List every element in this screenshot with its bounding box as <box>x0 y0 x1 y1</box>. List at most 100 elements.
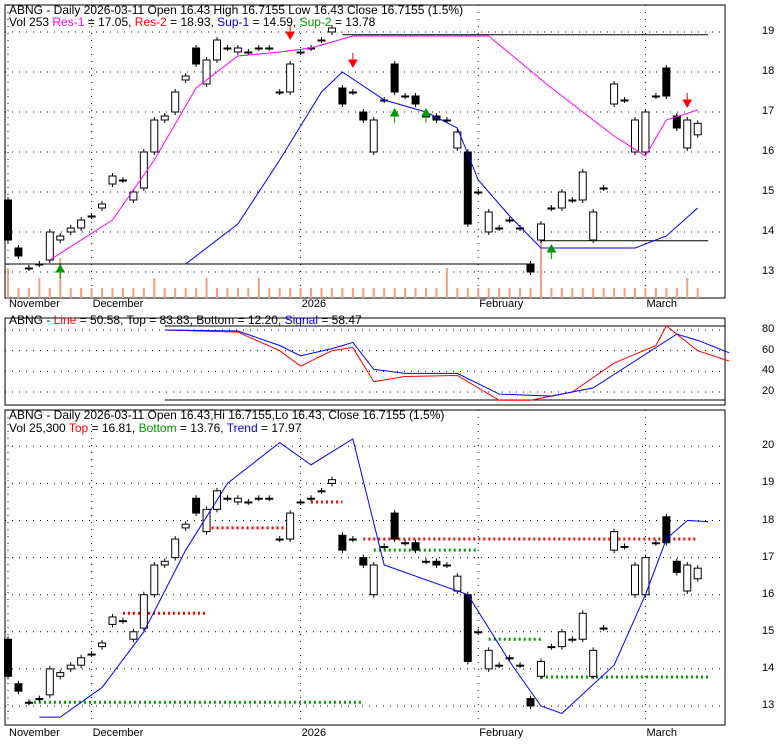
candle-body <box>24 267 33 270</box>
volume-bar <box>560 288 563 298</box>
candle-body <box>578 171 587 201</box>
candle-body <box>359 557 368 566</box>
x-tick-label: 2026 <box>301 298 327 310</box>
y-tick-label: 18 <box>762 513 775 526</box>
candle-body <box>192 47 201 65</box>
sell-arrow-icon <box>682 93 693 109</box>
candle-body <box>4 199 12 241</box>
volume-bar <box>404 288 407 298</box>
volume-bar <box>27 288 30 298</box>
buy-arrow-icon <box>389 107 400 123</box>
candle-body <box>160 115 169 121</box>
candle-body <box>181 523 190 529</box>
candle-body <box>98 203 107 209</box>
panel1-legend: Vol 253 Res-1 = 17.05, Res-2 = 18.93, Su… <box>9 15 375 29</box>
candle-body <box>547 646 556 649</box>
candle-body <box>14 247 23 257</box>
volume-bar <box>383 288 386 298</box>
candle-body <box>171 91 180 113</box>
sup1-label: Sup-1 <box>217 15 250 29</box>
candle-body <box>422 560 430 563</box>
candle-body <box>35 698 44 701</box>
volume-bar <box>80 288 83 298</box>
candle-body <box>139 151 148 189</box>
candle-body <box>317 39 326 42</box>
bottom-value: = 13.76, <box>176 421 227 435</box>
candle-body <box>401 95 410 98</box>
candle-body <box>526 263 535 273</box>
y-tick-label: 15 <box>762 624 775 637</box>
candle-body <box>641 111 650 153</box>
candle-body <box>4 638 12 677</box>
y-tick-label: 60 <box>762 343 775 356</box>
volume-bar <box>686 278 689 298</box>
candle-body <box>150 564 159 596</box>
candle-body <box>35 263 44 266</box>
candle-body <box>254 47 263 50</box>
y-tick-label: 18 <box>762 65 775 77</box>
volume-bar <box>602 288 605 298</box>
sup1-value: = 14.59, <box>249 15 300 29</box>
candle-body <box>265 47 274 50</box>
volume-bar <box>289 288 292 298</box>
res2-value: = 18.93, <box>166 15 218 29</box>
candle-body <box>495 664 504 667</box>
candle-body <box>139 594 148 629</box>
candle-body <box>24 701 33 704</box>
candle-body <box>683 119 692 149</box>
volume-bar <box>38 278 41 298</box>
candle-body <box>505 219 514 222</box>
x-tick-label: November <box>9 727 60 739</box>
candle-body <box>108 175 117 185</box>
volume-bar <box>236 288 239 298</box>
candle-body <box>348 538 357 541</box>
sup2-value: = 13.78 <box>331 15 376 29</box>
volume-bar <box>508 288 511 298</box>
volume-bar <box>696 288 699 298</box>
candle-body <box>118 179 127 182</box>
volume-bar <box>184 288 187 298</box>
osc-signal <box>164 329 730 397</box>
candle-body <box>66 664 75 670</box>
volume-bar <box>498 288 501 298</box>
volume-bar <box>195 288 198 298</box>
candle-body <box>369 564 378 596</box>
candle-body <box>474 631 483 634</box>
candle-body <box>150 119 159 153</box>
candle-body <box>453 575 462 592</box>
candle-body <box>683 564 692 592</box>
candle-body <box>599 627 608 630</box>
x-tick-label: March <box>646 298 677 310</box>
candle-body <box>401 542 410 545</box>
sup2-label: Sup-2 <box>299 15 332 29</box>
volume-bar <box>654 288 657 298</box>
candle-body <box>87 653 96 656</box>
candle-body <box>651 95 660 98</box>
candle-body <box>213 39 221 61</box>
res1-value: = 17.05, <box>84 15 135 29</box>
candle-body <box>463 151 472 225</box>
candle-body <box>56 672 65 677</box>
volume-bar <box>7 268 9 298</box>
candle-body <box>474 191 483 194</box>
volume-bar <box>247 288 250 298</box>
buy-arrow-icon <box>546 243 557 259</box>
volume-bar <box>121 288 124 298</box>
chart-canvas <box>4 4 730 726</box>
volume-bar <box>90 288 93 298</box>
y-tick-label: 16 <box>762 145 775 157</box>
candle-body <box>589 649 598 677</box>
candle-body <box>275 538 284 541</box>
volume-bar <box>257 278 260 298</box>
top-value: = 16.81, <box>88 421 139 435</box>
volume-bar <box>634 288 636 298</box>
candle-body <box>254 497 263 500</box>
candle-body <box>77 657 86 666</box>
candle-body <box>286 512 295 540</box>
x-tick-label: February <box>479 727 524 739</box>
y-tick-label: 19 <box>762 476 775 489</box>
y-tick-label: 17 <box>762 105 775 117</box>
volume-bar <box>665 288 668 298</box>
volume-bar <box>163 288 166 298</box>
y-tick-label: 14 <box>762 225 775 237</box>
